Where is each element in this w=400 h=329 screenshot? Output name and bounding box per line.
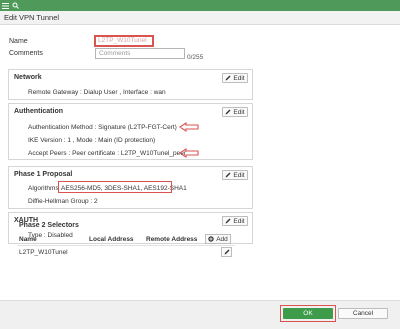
xauth-edit-label: Edit: [233, 217, 245, 225]
phase2-row-edit-button[interactable]: [221, 247, 232, 257]
arrow-left-icon: [179, 122, 199, 132]
phase2-title: Phase 2 Selectors: [19, 222, 79, 229]
xauth-edit-button[interactable]: Edit: [222, 216, 248, 226]
phase1-edit-button[interactable]: Edit: [222, 170, 248, 180]
dh-group: Diffie-Hellman Group : 2: [28, 198, 98, 205]
pencil-icon: [225, 109, 231, 115]
authentication-title: Authentication: [14, 108, 63, 115]
network-detail: Remote Gateway : Dialup User , Interface…: [28, 89, 166, 96]
col-local-address: Local Address: [89, 236, 134, 243]
network-edit-label: Edit: [233, 74, 245, 82]
pencil-icon: [225, 172, 231, 178]
comments-label: Comments: [9, 50, 43, 57]
pencil-icon: [225, 218, 231, 224]
arrow-left-icon: [179, 148, 199, 158]
window-title: Edit VPN Tunnel: [0, 11, 400, 25]
ike-version: IKE Version : 1 , Mode : Main (ID protec…: [28, 137, 156, 144]
cancel-button[interactable]: Cancel: [338, 308, 388, 319]
phase1-edit-label: Edit: [233, 171, 245, 179]
col-remote-address: Remote Address: [146, 236, 198, 243]
auth-method: Authentication Method : Signature (L2TP-…: [28, 124, 177, 131]
pencil-icon: [225, 75, 231, 81]
authentication-edit-button[interactable]: Edit: [222, 107, 248, 117]
col-name: Name: [19, 236, 37, 243]
table-divider: [17, 245, 235, 246]
comments-counter: 0/255: [187, 54, 204, 61]
name-label: Name: [9, 38, 28, 45]
comments-field[interactable]: Comments: [95, 48, 185, 59]
table-row[interactable]: L2TP_W10Tunel: [19, 249, 68, 256]
network-edit-button[interactable]: Edit: [222, 73, 248, 83]
top-bar: [0, 0, 400, 11]
network-title: Network: [14, 74, 42, 81]
authentication-edit-label: Edit: [233, 108, 245, 116]
phase1-title: Phase 1 Proposal: [14, 171, 73, 178]
algorithms-highlight: [58, 181, 172, 193]
plus-icon: [208, 236, 214, 242]
phase2-add-label: Add: [216, 235, 228, 243]
name-input[interactable]: L2TP_W10Tunel: [93, 34, 155, 48]
search-icon[interactable]: [10, 0, 20, 11]
algorithms-label: Algorithms: [28, 185, 59, 192]
network-section: Network Edit Remote Gateway : Dialup Use…: [8, 69, 253, 100]
authentication-section: Authentication Edit Authentication Metho…: [8, 103, 253, 160]
phase2-add-button[interactable]: Add: [205, 234, 231, 244]
pencil-icon: [224, 249, 229, 255]
hamburger-icon[interactable]: [0, 0, 10, 11]
ok-button[interactable]: OK: [283, 308, 333, 319]
accept-peers: Accept Peers : Peer certificate : L2TP_W…: [28, 150, 187, 157]
